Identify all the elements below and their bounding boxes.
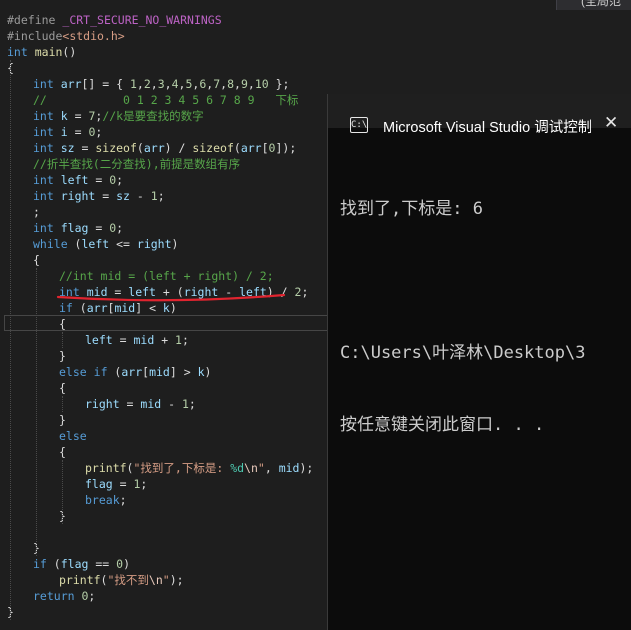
indent-guide xyxy=(62,396,63,412)
debug-console-window[interactable]: C:\ Microsoft Visual Studio 调试控制台 ✕ 找到了,… xyxy=(327,94,631,630)
code-line[interactable]: int sz = sizeof(arr) / sizeof(arr[0]); xyxy=(33,140,296,156)
indent-guide xyxy=(36,268,37,556)
code-line[interactable]: #define _CRT_SECURE_NO_WARNINGS xyxy=(7,12,222,28)
editor-top-bar: (全局范 xyxy=(0,0,631,10)
code-line[interactable]: //int mid = (left + right) / 2; xyxy=(59,268,274,284)
console-line: 找到了,下标是: 6 xyxy=(340,199,483,219)
code-line[interactable]: break; xyxy=(85,492,127,508)
code-line[interactable]: return 0; xyxy=(33,588,95,604)
code-line[interactable]: ; xyxy=(33,204,40,220)
code-line[interactable]: int k = 7;//k是要查找的数字 xyxy=(33,108,204,124)
code-line[interactable]: #include<stdio.h> xyxy=(7,28,125,44)
code-line[interactable]: int right = sz - 1; xyxy=(33,188,165,204)
code-line[interactable]: while (left <= right) xyxy=(33,236,178,252)
code-line[interactable]: left = mid + 1; xyxy=(85,332,189,348)
code-line[interactable]: printf("找到了,下标是: %d\n", mid); xyxy=(85,460,313,476)
console-line: C:\Users\叶泽林\Desktop\3 xyxy=(340,343,586,363)
console-output: 找到了,下标是: 6 C:\Users\叶泽林\Desktop\3 按任意键关闭… xyxy=(340,149,631,485)
code-line[interactable]: printf("找不到\n"); xyxy=(59,572,184,588)
console-line: 按任意键关闭此窗口. . . xyxy=(340,415,545,435)
code-line[interactable]: //折半查找(二分查找),前提是数组有序 xyxy=(33,156,240,172)
code-line[interactable]: } xyxy=(59,348,66,364)
code-line[interactable]: flag = 1; xyxy=(85,476,147,492)
indent-guide xyxy=(10,60,11,620)
code-line[interactable]: if (arr[mid] < k) xyxy=(59,300,177,316)
indent-guide xyxy=(62,460,63,524)
current-line-highlight xyxy=(4,315,330,331)
code-line[interactable]: int i = 0; xyxy=(33,124,102,140)
code-line[interactable]: right = mid - 1; xyxy=(85,396,196,412)
indent-guide xyxy=(62,332,63,348)
close-icon[interactable]: ✕ xyxy=(604,113,618,133)
code-line[interactable]: if (flag == 0) xyxy=(33,556,130,572)
code-line[interactable]: int mid = left + (right - left) / 2; xyxy=(59,284,308,300)
code-line[interactable]: int main() xyxy=(7,44,76,60)
code-line[interactable]: { xyxy=(59,380,66,396)
code-line[interactable]: else xyxy=(59,428,87,444)
code-line[interactable]: { xyxy=(59,316,66,332)
code-line[interactable]: { xyxy=(59,444,66,460)
console-icon: C:\ xyxy=(350,117,368,133)
code-line[interactable]: int flag = 0; xyxy=(33,220,123,236)
code-line[interactable]: { xyxy=(33,252,40,268)
code-line[interactable]: } xyxy=(59,412,66,428)
code-line[interactable]: else if (arr[mid] > k) xyxy=(59,364,211,380)
code-line[interactable]: // 0 1 2 3 4 5 6 7 8 9 下标 xyxy=(33,92,298,108)
code-line[interactable]: int left = 0; xyxy=(33,172,123,188)
console-title: Microsoft Visual Studio 调试控制台 xyxy=(383,120,591,136)
code-line[interactable]: int arr[] = { 1,2,3,4,5,6,7,8,9,10 }; xyxy=(33,76,289,92)
console-title-bar[interactable]: C:\ Microsoft Visual Studio 调试控制台 ✕ xyxy=(328,94,631,136)
scope-dropdown[interactable]: (全局范 xyxy=(556,0,631,10)
